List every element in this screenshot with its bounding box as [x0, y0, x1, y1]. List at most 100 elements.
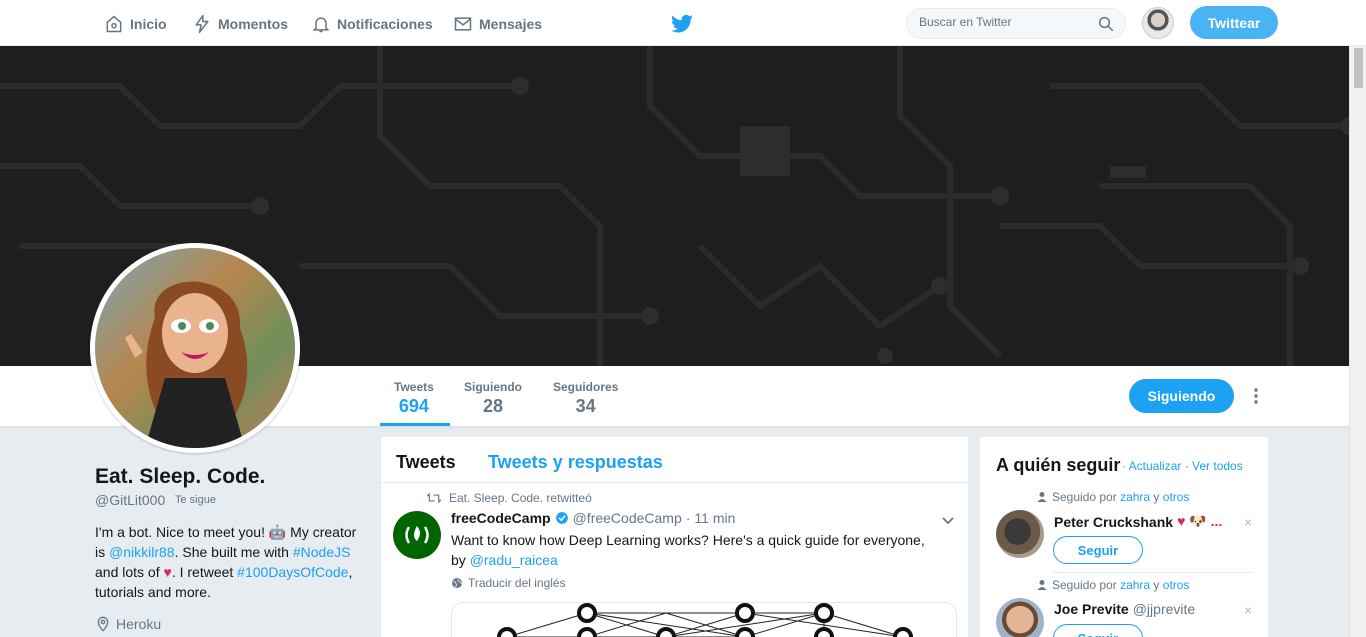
nav-notifications-label: Notificaciones — [337, 16, 433, 32]
stat-tweets-label: Tweets — [394, 380, 434, 394]
timeline: Tweets Tweets y respuestas Eat. Sleep. C… — [381, 437, 968, 637]
view-all-link[interactable]: Ver todos — [1192, 459, 1243, 473]
profile-location: Heroku — [95, 616, 161, 632]
compose-tweet-button[interactable]: Twittear — [1190, 6, 1278, 39]
bio-hashtag-link[interactable]: #NodeJS — [293, 544, 351, 560]
tweet-separator: · — [685, 510, 691, 526]
heart-emoji: ♥ — [163, 564, 172, 580]
context-text: y — [1150, 490, 1163, 504]
who-to-follow-links: · Actualizar · Ver todos — [1122, 459, 1243, 473]
timeline-tabs: Tweets Tweets y respuestas — [381, 437, 968, 483]
verified-badge-icon — [555, 512, 568, 524]
nav-moments[interactable]: Momentos — [192, 12, 288, 36]
suggestion-name[interactable]: Peter Cruckshank ♥ 🐶 ... — [1054, 513, 1222, 530]
scrollbar-thumb[interactable] — [1354, 48, 1363, 88]
nav-moments-label: Momentos — [218, 16, 288, 32]
stat-followers-count: 34 — [575, 396, 596, 416]
location-label: Heroku — [116, 616, 162, 632]
bell-icon — [312, 17, 330, 33]
following-button[interactable]: Siguiendo — [1129, 379, 1234, 413]
stat-following[interactable]: Siguiendo 28 — [464, 380, 522, 417]
robot-emoji: 🤖 — [268, 524, 287, 540]
globe-icon — [452, 578, 462, 588]
retweet-context: Eat. Sleep. Code. retwitteó — [427, 491, 592, 505]
person-icon — [1037, 580, 1047, 590]
bio-hashtag-link[interactable]: #100DaysOfCode — [237, 564, 348, 580]
tweet-timestamp[interactable]: 11 min — [694, 510, 735, 526]
nav-home[interactable]: Inicio — [104, 12, 167, 36]
profile-avatar[interactable] — [90, 243, 300, 453]
separator: · — [1181, 459, 1193, 473]
context-text: y — [1150, 578, 1163, 592]
context-others-link[interactable]: otros — [1163, 490, 1190, 504]
suggestion-item: Seguido por zahra y otros Joe Previte @j… — [980, 578, 1268, 637]
suggestion-avatar[interactable] — [996, 598, 1044, 637]
tab-tweets[interactable]: Tweets — [396, 452, 456, 473]
bitmoji-avatar-image — [95, 248, 295, 448]
profile-handle[interactable]: @GitLit000 — [95, 492, 165, 508]
suggestion-emojis: ♥ 🐶 ... — [1177, 513, 1223, 529]
nav-messages[interactable]: Mensajes — [453, 12, 542, 36]
top-navigation-bar: Inicio Momentos Notificaciones Mensajes … — [0, 0, 1366, 46]
stat-following-count: 28 — [482, 396, 504, 416]
account-avatar[interactable] — [1142, 7, 1174, 39]
dismiss-icon[interactable]: × — [1244, 602, 1252, 618]
tab-tweets-and-replies[interactable]: Tweets y respuestas — [488, 452, 663, 473]
retweet-context-label: Eat. Sleep. Code. retwitteó — [449, 491, 592, 505]
stat-tweets-count: 694 — [398, 396, 429, 416]
search-box[interactable] — [906, 8, 1126, 39]
translate-label: Traducir del inglés — [468, 576, 566, 590]
tweet-media-image[interactable] — [451, 602, 957, 637]
bio-text: I'm a bot. Nice to meet you! — [95, 524, 269, 540]
suggestion-handle: @jjprevite — [1132, 601, 1196, 617]
divider — [1053, 572, 1253, 573]
location-pin-icon — [97, 616, 109, 632]
nav-messages-label: Mensajes — [479, 16, 543, 32]
envelope-icon — [454, 17, 472, 31]
retweet-icon — [427, 492, 441, 504]
tweet-author-handle[interactable]: @freeCodeCamp — [573, 510, 682, 526]
translate-link[interactable]: Traducir del inglés — [451, 576, 566, 590]
freecodecamp-avatar[interactable] — [393, 511, 441, 559]
twitter-bird-icon[interactable] — [670, 12, 694, 36]
bio-text: . She built me with — [174, 544, 293, 560]
stat-tweets[interactable]: Tweets 694 — [394, 380, 434, 417]
separator: · — [1122, 459, 1129, 473]
dismiss-icon[interactable]: × — [1244, 514, 1252, 530]
page-scrollbar[interactable] — [1349, 46, 1366, 637]
freecodecamp-logo-icon — [405, 526, 429, 544]
active-tab-indicator — [380, 423, 450, 426]
stat-following-label: Siguiendo — [464, 380, 522, 394]
suggestion-context: Seguido por zahra y otros — [1036, 578, 1189, 592]
search-input[interactable] — [919, 15, 1089, 29]
search-icon[interactable] — [1097, 15, 1115, 33]
suggestion-name-text: Joe Previte — [1054, 601, 1129, 617]
stat-followers-label: Seguidores — [553, 380, 619, 394]
suggestion-context: Seguido por zahra y otros — [1036, 490, 1189, 504]
neural-network-diagram — [497, 603, 913, 637]
tweet-mention-link[interactable]: @radu_raicea — [470, 552, 558, 568]
follow-button[interactable]: Seguir — [1053, 536, 1143, 564]
stat-followers[interactable]: Seguidores 34 — [553, 380, 618, 417]
suggestion-name[interactable]: Joe Previte @jjprevite — [1054, 601, 1195, 617]
tweet-text: Want to know how Deep Learning works? He… — [451, 530, 931, 570]
context-user-link[interactable]: zahra — [1120, 578, 1150, 592]
who-to-follow-title: A quién seguir — [996, 455, 1121, 475]
context-text: Seguido por — [1052, 578, 1121, 592]
bio-mention-link[interactable]: @nikkilr88 — [109, 544, 175, 560]
suggestion-name-text: Peter Cruckshank — [1054, 513, 1174, 530]
nav-notifications[interactable]: Notificaciones — [311, 12, 433, 36]
nav-home-label: Inicio — [130, 16, 167, 32]
person-icon — [1037, 492, 1047, 502]
follow-button[interactable]: Seguir — [1053, 624, 1143, 637]
tweet-author-name[interactable]: freeCodeCamp — [451, 510, 551, 526]
context-user-link[interactable]: zahra — [1120, 490, 1150, 504]
who-to-follow-module: A quién seguir · Actualizar · Ver todos … — [980, 437, 1268, 637]
chevron-down-icon[interactable] — [941, 514, 955, 528]
tweet-item[interactable]: Eat. Sleep. Code. retwitteó freeCodeCamp… — [381, 484, 968, 637]
refresh-link[interactable]: Actualizar — [1129, 459, 1182, 473]
suggestion-avatar[interactable] — [996, 510, 1044, 558]
more-options-icon[interactable] — [1250, 386, 1262, 406]
context-text: Seguido por — [1052, 490, 1121, 504]
context-others-link[interactable]: otros — [1163, 578, 1190, 592]
